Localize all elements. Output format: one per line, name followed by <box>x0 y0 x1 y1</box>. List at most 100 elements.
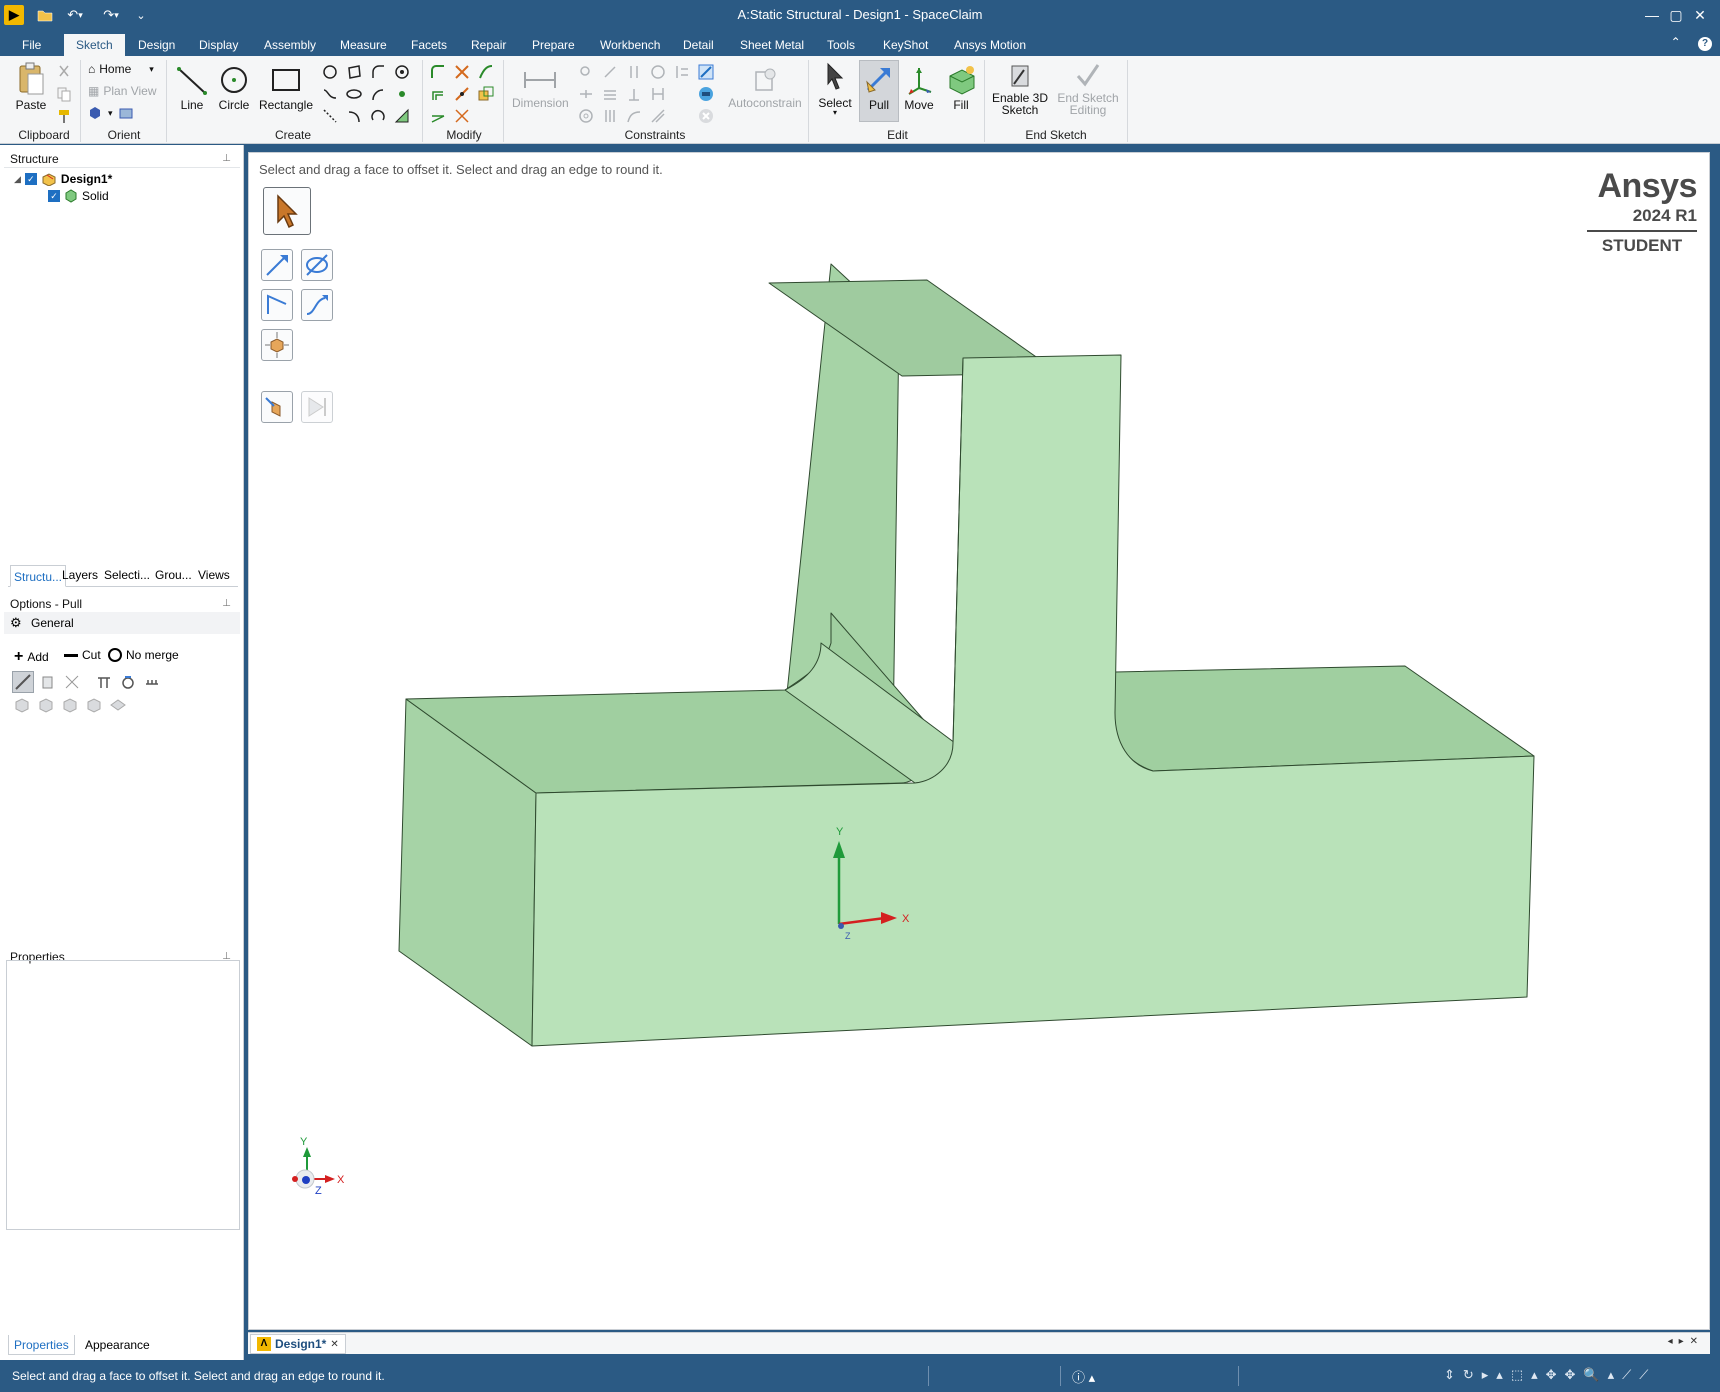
paste-button[interactable]: Paste <box>12 62 50 112</box>
plan-view-button[interactable]: ▦ Plan View <box>88 84 157 98</box>
pull-both-sides-icon[interactable] <box>40 674 56 690</box>
option-cube-1-icon[interactable] <box>14 697 30 713</box>
tangent-arc-icon[interactable] <box>370 64 386 80</box>
selection-mode-icons[interactable]: ⇕↻▸▴⬚▴✥✥🔍▴⟋⟋ <box>1444 1367 1656 1383</box>
split-curve-icon[interactable] <box>454 86 470 102</box>
tab-properties[interactable]: Properties <box>8 1335 75 1355</box>
tree-item-solid[interactable]: ✓ Solid <box>48 189 109 203</box>
select-button[interactable]: Select ▾ <box>816 62 854 117</box>
tab-tools[interactable]: Tools <box>819 34 863 56</box>
home-button[interactable]: ⌂ Home ▾ <box>88 62 154 76</box>
trim-away-icon[interactable] <box>454 64 470 80</box>
close-tab-icon[interactable]: ✕ <box>330 1339 338 1350</box>
point-icon[interactable] <box>394 86 410 102</box>
tab-appearance[interactable]: Appearance <box>80 1335 155 1355</box>
tangent-icon[interactable] <box>626 108 642 124</box>
collapse-ribbon-icon[interactable]: ⌃ <box>1671 35 1681 49</box>
vertical-icon[interactable] <box>650 86 666 102</box>
tab-views[interactable]: Views <box>198 568 230 582</box>
t-solid-model[interactable]: Y X Z Y X Z <box>249 153 1711 1331</box>
help-icon[interactable]: ? <box>1698 37 1712 51</box>
maximize-button[interactable]: ▢ <box>1664 4 1688 26</box>
tree-item-design[interactable]: ◢ ✓ Design1* <box>14 172 112 186</box>
select-guide-option[interactable] <box>12 671 34 693</box>
design-viewport[interactable]: Select and drag a face to offset it. Sel… <box>248 152 1710 1330</box>
enable-3d-sketch-button[interactable]: Enable 3D Sketch <box>990 62 1050 116</box>
general-section[interactable]: ⚙ General <box>4 612 240 634</box>
tab-assembly[interactable]: Assembly <box>256 34 324 56</box>
project-icon[interactable] <box>430 108 446 124</box>
tab-nav-controls[interactable]: ◂▸✕ <box>1668 1336 1704 1347</box>
face-curve-icon[interactable] <box>394 108 410 124</box>
sweep-arc-icon[interactable] <box>370 86 386 102</box>
tab-detail[interactable]: Detail <box>675 34 722 56</box>
tab-repair[interactable]: Repair <box>463 34 514 56</box>
offset-curve-icon[interactable] <box>370 108 386 124</box>
dimension-button[interactable]: Dimension <box>512 66 569 110</box>
tab-structure[interactable]: Structu... <box>10 565 67 587</box>
view-cube-button[interactable]: ▾ <box>88 106 135 120</box>
three-point-arc-icon[interactable] <box>346 108 362 124</box>
tab-prepare[interactable]: Prepare <box>524 34 583 56</box>
tab-facets[interactable]: Facets <box>403 34 455 56</box>
revolve-icon[interactable] <box>120 674 136 690</box>
show-constraints-icon[interactable] <box>698 64 714 80</box>
fill-button[interactable]: Fill <box>942 64 980 112</box>
tab-measure[interactable]: Measure <box>332 34 395 56</box>
tab-groups[interactable]: Grou... <box>155 568 192 582</box>
add-option[interactable]: + Add <box>14 648 49 666</box>
option-cube-4-icon[interactable] <box>86 697 102 713</box>
autoconstrain-button[interactable]: Autoconstrain <box>726 66 804 110</box>
no-merge-option[interactable]: No merge <box>108 648 179 662</box>
bend-icon[interactable] <box>478 64 494 80</box>
tab-layers[interactable]: Layers <box>62 568 98 582</box>
pull-button[interactable]: Pull <box>860 64 898 112</box>
constraint-display-icon[interactable] <box>698 86 714 102</box>
copy-icon[interactable] <box>56 86 72 102</box>
polygon-icon[interactable] <box>322 64 338 80</box>
cut-option[interactable]: Cut <box>64 648 101 662</box>
tab-ansys-motion[interactable]: Ansys Motion <box>946 34 1034 56</box>
move-button[interactable]: Move <box>900 64 938 112</box>
create-rounded-corner-icon[interactable] <box>430 64 446 80</box>
tab-keyshot[interactable]: KeyShot <box>875 34 936 56</box>
cut-icon[interactable] <box>56 64 72 80</box>
ellipse-icon[interactable] <box>346 86 362 102</box>
pivot-icon[interactable] <box>64 674 80 690</box>
extend-icon[interactable] <box>454 108 470 124</box>
equal-radius-icon[interactable] <box>650 64 666 80</box>
construction-line-icon[interactable] <box>322 108 338 124</box>
midpoint-icon[interactable] <box>674 64 690 80</box>
three-point-rectangle-icon[interactable] <box>346 64 362 80</box>
extrude-to-icon[interactable] <box>96 674 112 690</box>
pin-icon[interactable]: ⊥ <box>222 153 231 164</box>
tab-sheet-metal[interactable]: Sheet Metal <box>732 34 812 56</box>
end-sketch-editing-button[interactable]: End Sketch Editing <box>1056 62 1120 116</box>
info-icon[interactable]: ⓘ ▴ <box>1072 1367 1095 1386</box>
visibility-checkbox[interactable]: ✓ <box>48 190 60 202</box>
tab-design[interactable]: Design <box>130 34 183 56</box>
tab-workbench[interactable]: Workbench <box>592 34 668 56</box>
option-cube-2-icon[interactable] <box>38 697 54 713</box>
close-button[interactable]: ✕ <box>1688 4 1712 26</box>
horizontal-icon[interactable] <box>578 86 594 102</box>
expand-triangle-icon[interactable]: ◢ <box>14 174 21 185</box>
symmetric-icon[interactable] <box>602 108 618 124</box>
rectangle-button[interactable]: Rectangle <box>258 64 314 112</box>
tab-display[interactable]: Display <box>191 34 246 56</box>
spline-icon[interactable] <box>322 86 338 102</box>
snap-view-icon[interactable] <box>119 106 135 120</box>
angle-icon[interactable] <box>650 108 666 124</box>
parallel-icon[interactable] <box>626 64 642 80</box>
line-button[interactable]: Line <box>174 64 210 112</box>
delete-constraint-icon[interactable] <box>698 108 714 124</box>
ruler-icon[interactable] <box>144 674 160 690</box>
scale-icon[interactable] <box>478 86 494 102</box>
equal-length-icon[interactable] <box>602 86 618 102</box>
fix-constraint-icon[interactable] <box>578 64 594 80</box>
three-point-circle-icon[interactable] <box>394 64 410 80</box>
visibility-checkbox[interactable]: ✓ <box>24 173 37 185</box>
option-cube-5-icon[interactable] <box>110 697 126 713</box>
perpendicular-icon[interactable] <box>626 86 642 102</box>
tab-sketch[interactable]: Sketch <box>64 34 125 56</box>
